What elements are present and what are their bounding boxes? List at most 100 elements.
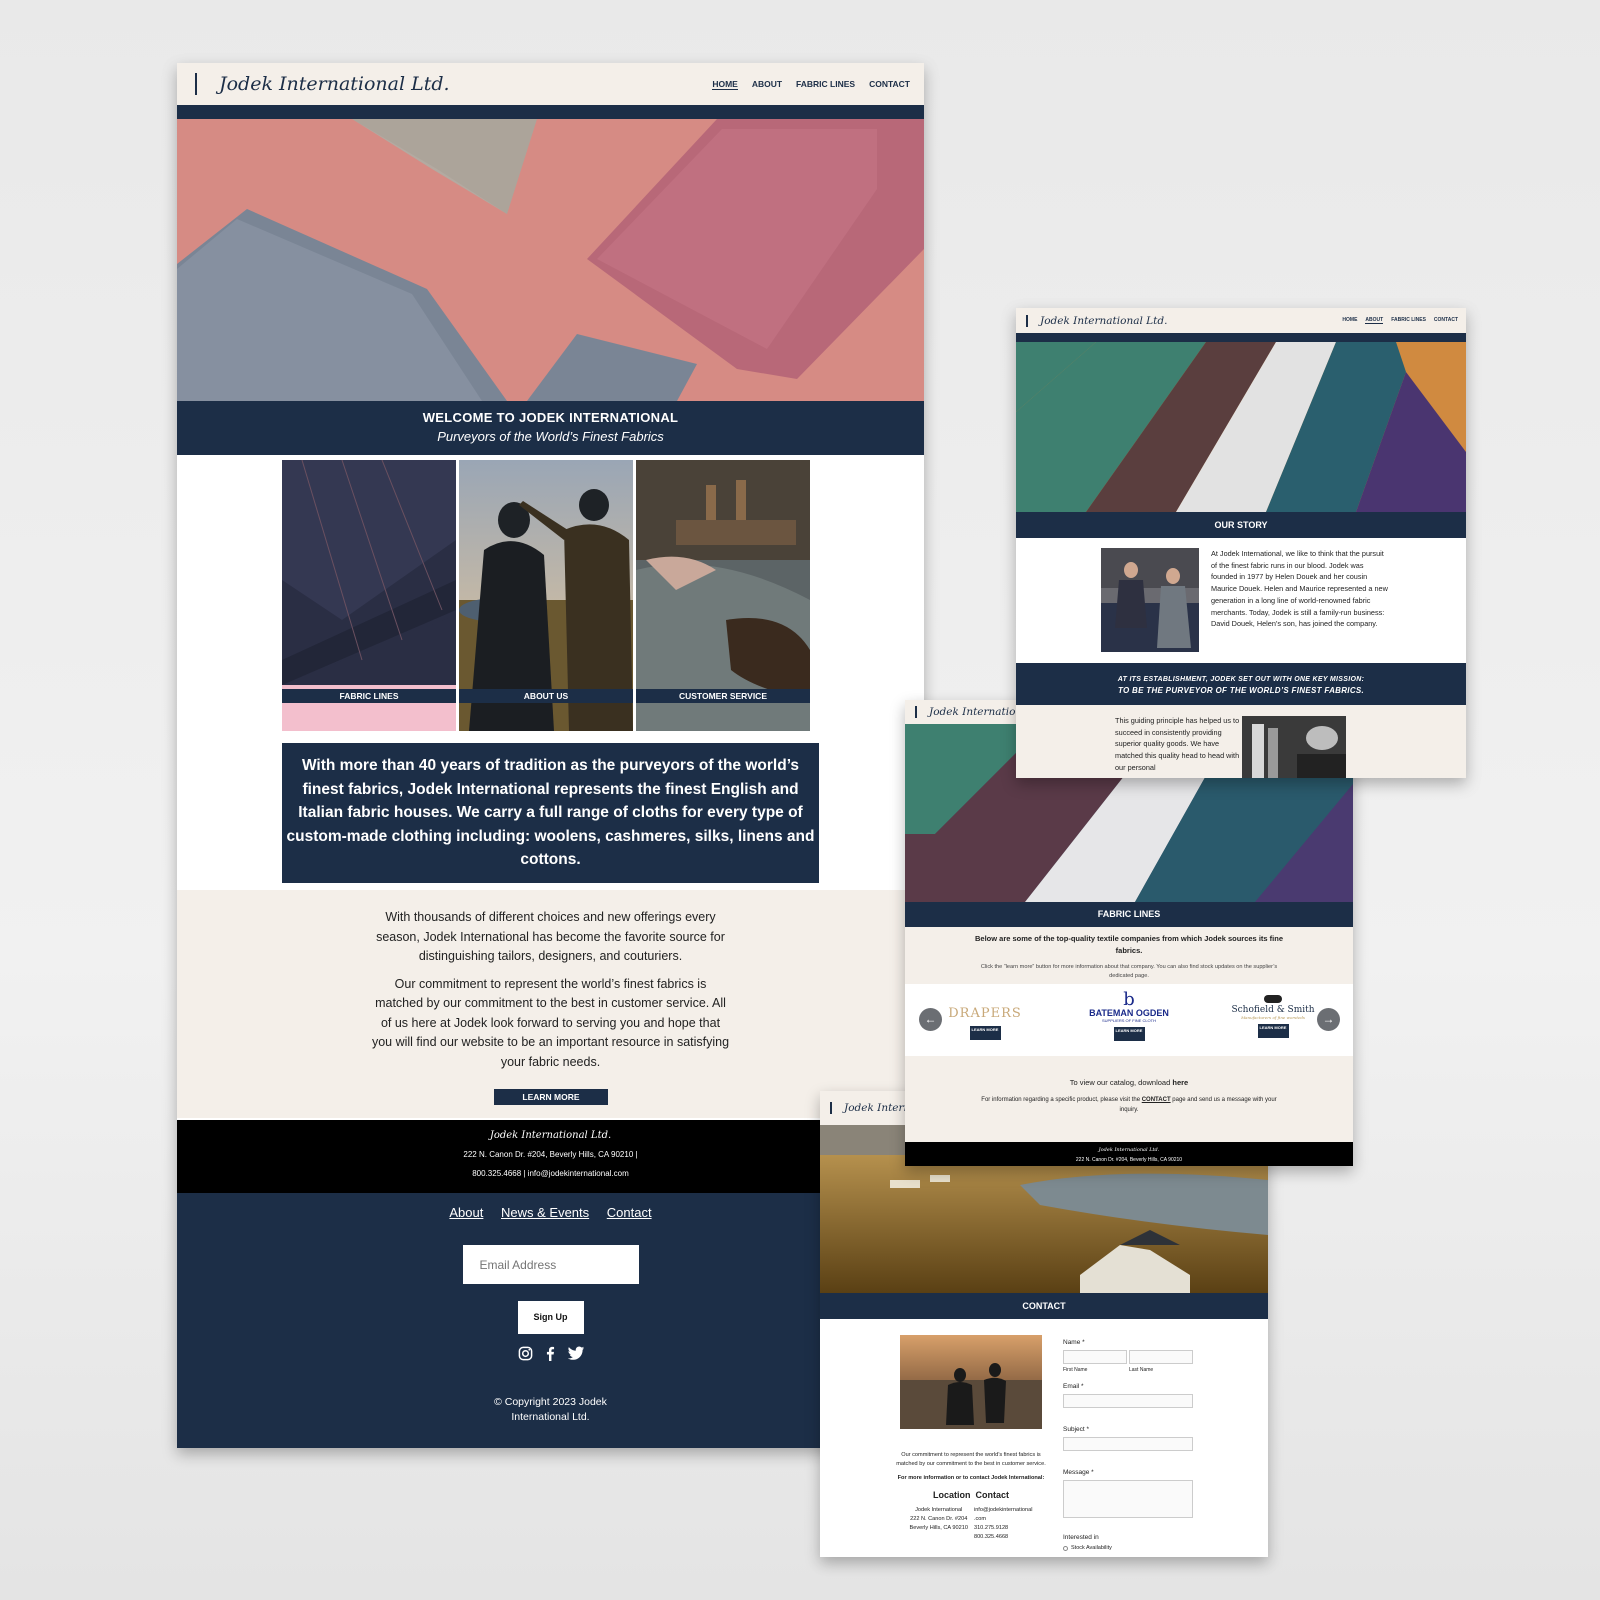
email-input[interactable]	[462, 1245, 639, 1284]
message-field[interactable]	[1063, 1480, 1193, 1518]
site-header: Jodek International Ltd. HOME ABOUT FABR…	[177, 63, 924, 105]
header-strip	[1016, 333, 1466, 342]
subject-field[interactable]	[1063, 1437, 1193, 1451]
info-line: For information regarding a specific pro…	[974, 1095, 1284, 1115]
mission-banner: AT ITS ESTABLISHMENT, JODEK SET OUT WITH…	[1016, 663, 1466, 705]
instagram-icon[interactable]	[518, 1346, 533, 1361]
about-paragraph-1: With thousands of different choices and …	[376, 910, 725, 963]
brand-learn-more-button[interactable]: LEARN MORE	[1113, 1027, 1145, 1041]
about-header: Jodek International Ltd. HOME ABOUT FABR…	[1016, 308, 1466, 333]
address-footer: Jodek International Ltd. 222 N. Canon Dr…	[177, 1120, 924, 1193]
bateman-b-logo-icon: b	[1123, 989, 1135, 1010]
facebook-icon[interactable]	[543, 1346, 558, 1361]
nav-contact[interactable]: CONTACT	[869, 79, 910, 90]
last-name-field[interactable]	[1129, 1350, 1193, 1364]
footer-link-about[interactable]: About	[449, 1205, 483, 1220]
tile-customer-service[interactable]: CUSTOMER SERVICE	[636, 460, 810, 731]
about-paragraph-2: Our commitment to represent the world’s …	[371, 976, 730, 1069]
nav-about[interactable]: ABOUT	[752, 79, 782, 90]
nav-home[interactable]: HOME	[712, 79, 738, 90]
newsletter-footer: About News & Events Contact Sign Up © Co…	[177, 1193, 924, 1448]
radio-icon[interactable]	[1063, 1545, 1068, 1551]
message-label: Message *	[1063, 1469, 1094, 1476]
intro-quote: With more than 40 years of tradition as …	[282, 743, 819, 883]
fabric-title: FABRIC LINES	[905, 902, 1353, 927]
twitter-icon[interactable]	[567, 1346, 584, 1361]
nav-about[interactable]: ABOUT	[1365, 317, 1384, 324]
location-column: Jodek International 222 N. Canon Dr. #20…	[910, 1506, 968, 1542]
last-name-sublabel: Last Name	[1129, 1367, 1154, 1373]
brand-drapers: DRAPERS LEARN MORE	[935, 992, 1035, 1040]
header-strip	[177, 105, 924, 119]
contact-title: CONTACT	[820, 1293, 1268, 1319]
email-field[interactable]	[1063, 1394, 1193, 1408]
brand-learn-more-button[interactable]: LEARN MORE	[969, 1026, 1001, 1040]
tile-caption: FABRIC LINES	[282, 689, 456, 703]
footer-link-contact[interactable]: Contact	[607, 1205, 652, 1220]
tile-fabric-lines[interactable]: FABRIC LINES	[282, 460, 456, 731]
location-contact-heading: Location Contact	[895, 1490, 1047, 1500]
commitment-text: Our commitment to represent the world’s …	[896, 1452, 1046, 1467]
logo-mark-icon	[915, 706, 921, 718]
catalog-link[interactable]: here	[1172, 1078, 1188, 1087]
contact-line[interactable]: info@jodekinternational	[974, 1506, 1033, 1515]
fabric-rolls-photo	[1242, 716, 1346, 778]
logo-text: Jodek International Ltd.	[1040, 314, 1168, 327]
brand-tagline: Manufacturers of fine worsteds	[1241, 1015, 1305, 1020]
about-logo[interactable]: Jodek International Ltd.	[1026, 314, 1168, 327]
name-label: Name *	[1063, 1339, 1085, 1346]
carousel-next-arrow-icon[interactable]: →	[1317, 1008, 1340, 1031]
contact-columns: Jodek International 222 N. Canon Dr. #20…	[895, 1506, 1047, 1542]
brand-carousel: ← DRAPERS LEARN MORE b BATEMAN OGDEN SUP…	[905, 984, 1353, 1056]
stock-availability-option[interactable]: Stock Availability	[1063, 1545, 1193, 1551]
first-name-sublabel: First Name	[1063, 1367, 1088, 1373]
schofield-crest-icon	[1264, 995, 1282, 1003]
first-name-field[interactable]	[1063, 1350, 1127, 1364]
contact-link[interactable]: CONTACT	[1142, 1097, 1171, 1103]
fabric-intro: Below are some of the top-quality textil…	[905, 927, 1353, 984]
home-page-mockup: Jodek International Ltd. HOME ABOUT FABR…	[177, 63, 924, 1448]
about-page-mockup: Jodek International Ltd. HOME ABOUT FABR…	[1016, 308, 1466, 778]
learn-more-button[interactable]: LEARN MORE	[494, 1089, 608, 1105]
contact-line: .com	[973, 1516, 987, 1522]
brand-name: BATEMAN OGDEN	[1089, 1008, 1169, 1018]
subject-label: Subject *	[1063, 1426, 1090, 1433]
principle-text: This guiding principle has helped us to …	[1115, 716, 1240, 772]
copyright: © Copyright 2023 Jodek International Ltd…	[177, 1395, 924, 1425]
contact-form: Name * First Name Last Name Email * Subj…	[1063, 1335, 1193, 1551]
catalog-text: To view our catalog, download	[1069, 1078, 1173, 1087]
nav-home[interactable]: HOME	[1342, 317, 1357, 324]
logo-text: Jodek International Ltd.	[219, 73, 450, 95]
tile-caption: CUSTOMER SERVICE	[636, 689, 810, 703]
name-row: First Name Last Name	[1063, 1346, 1193, 1373]
site-logo[interactable]: Jodek International Ltd.	[195, 73, 450, 95]
location-line: Beverly Hills, CA 90210	[909, 1525, 968, 1531]
option-label: Stock Availability	[1071, 1545, 1112, 1551]
sign-up-button[interactable]: Sign Up	[517, 1301, 584, 1334]
footer-link-news[interactable]: News & Events	[501, 1205, 589, 1220]
tile-about-us[interactable]: ABOUT US	[459, 460, 633, 731]
brand-schofield-smith: Schofield & Smith Manufacturers of fine …	[1223, 992, 1323, 1038]
footer-phone-email: 800.325.4668 | info@jodekinternational.c…	[472, 1169, 629, 1178]
about-section: With thousands of different choices and …	[177, 890, 924, 1118]
mission-line-1: AT ITS ESTABLISHMENT, JODEK SET OUT WITH…	[1117, 676, 1365, 683]
welcome-banner: WELCOME TO JODEK INTERNATIONAL Purveyors…	[177, 401, 924, 455]
nav-fabric-lines[interactable]: FABRIC LINES	[1391, 317, 1426, 324]
contact-heading: Contact	[975, 1490, 1010, 1500]
brand-tagline: SUPPLIERS OF FINE CLOTH	[1101, 1018, 1156, 1023]
footer-logo: Jodek International Ltd.	[1098, 1147, 1160, 1153]
info-text: For information regarding a specific pro…	[981, 1097, 1142, 1103]
brand-bateman-ogden: b BATEMAN OGDEN SUPPLIERS OF FINE CLOTH …	[1079, 989, 1179, 1041]
brand-learn-more-button[interactable]: LEARN MORE	[1257, 1024, 1289, 1038]
contact-line: 310.275.9128	[973, 1525, 1009, 1531]
interested-label: Interested in	[1063, 1534, 1099, 1541]
fabric-intro-small: Click the “learn more” button for more i…	[980, 964, 1278, 979]
email-label: Email *	[1063, 1383, 1084, 1390]
nav-fabric-lines[interactable]: FABRIC LINES	[796, 79, 855, 90]
welcome-title: WELCOME TO JODEK INTERNATIONAL	[422, 410, 679, 425]
nav-contact[interactable]: CONTACT	[1434, 317, 1458, 324]
contact-info: Our commitment to represent the world’s …	[895, 1451, 1047, 1542]
location-line: Jodek International	[915, 1507, 963, 1513]
location-heading: Location	[932, 1490, 971, 1500]
main-nav: HOME ABOUT FABRIC LINES CONTACT	[698, 79, 910, 90]
